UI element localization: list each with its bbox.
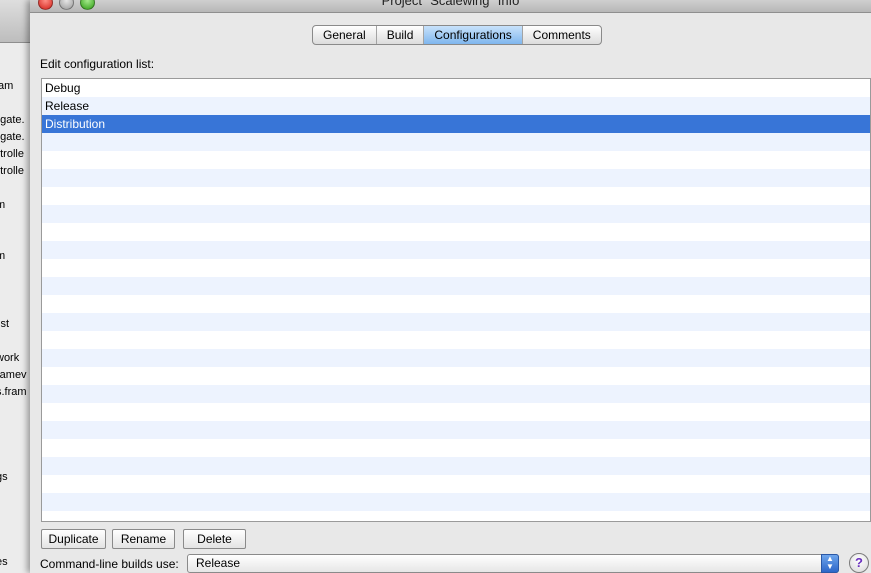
empty-row: [42, 223, 870, 241]
empty-row: [42, 367, 870, 385]
empty-row: [42, 421, 870, 439]
empty-row: [42, 133, 870, 151]
window-title: Project "Scalewing" Info: [381, 0, 520, 8]
command-line-builds-label: Command-line builds use:: [40, 557, 179, 571]
empty-row: [42, 277, 870, 295]
edit-configuration-list-label: Edit configuration list:: [40, 57, 155, 71]
duplicate-button[interactable]: Duplicate: [41, 529, 106, 549]
help-button[interactable]: ?: [849, 553, 869, 573]
title-bar[interactable]: Project "Scalewing" Info: [30, 0, 871, 13]
empty-row: [42, 205, 870, 223]
tab-general[interactable]: General: [313, 26, 377, 44]
configuration-row[interactable]: Debug: [42, 79, 870, 97]
command-line-builds-value: Release: [196, 556, 241, 570]
empty-row: [42, 331, 870, 349]
up-down-arrows-icon: ▲ ▼: [821, 554, 839, 573]
empty-row: [42, 493, 870, 511]
configuration-row[interactable]: Distribution: [42, 115, 870, 133]
empty-row: [42, 241, 870, 259]
empty-row: [42, 313, 870, 331]
empty-row: [42, 457, 870, 475]
empty-row: [42, 403, 870, 421]
delete-button[interactable]: Delete: [183, 529, 246, 549]
empty-row: [42, 439, 870, 457]
project-info-window: Project "Scalewing" Info General Build C…: [30, 0, 871, 573]
configuration-list[interactable]: Debug Release Distribution: [41, 78, 871, 522]
empty-row: [42, 475, 870, 493]
tab-configurations[interactable]: Configurations: [424, 26, 523, 44]
empty-row: [42, 151, 870, 169]
command-line-builds-select[interactable]: Release ▲ ▼: [187, 554, 839, 573]
rename-button[interactable]: Rename: [112, 529, 175, 549]
configuration-row[interactable]: Release: [42, 97, 870, 115]
empty-row: [42, 349, 870, 367]
tab-comments[interactable]: Comments: [523, 26, 601, 44]
empty-row: [42, 385, 870, 403]
tab-bar: General Build Configurations Comments: [312, 25, 602, 45]
empty-row: [42, 169, 870, 187]
empty-row: [42, 295, 870, 313]
tab-build[interactable]: Build: [377, 26, 425, 44]
empty-row: [42, 187, 870, 205]
empty-row: [42, 259, 870, 277]
